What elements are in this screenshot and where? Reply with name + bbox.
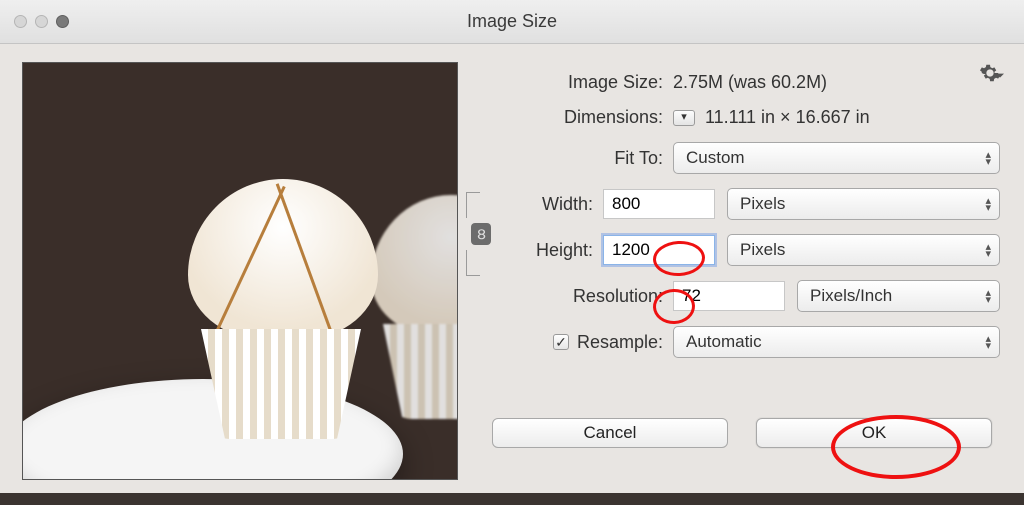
resolution-label: Resolution: — [488, 286, 663, 307]
ok-button[interactable]: OK — [756, 418, 992, 448]
link-icon — [471, 223, 491, 245]
dialog-body: Image Size: 2.75M (was 60.2M) Dimensions… — [0, 44, 1024, 495]
image-size-label: Image Size: — [488, 72, 663, 93]
resolution-unit-select[interactable]: Pixels/Inch ▴▾ — [797, 280, 1000, 312]
updown-icon: ▴▾ — [985, 243, 991, 257]
fit-to-label: Fit To: — [488, 148, 663, 169]
height-unit-value: Pixels — [740, 240, 785, 260]
image-preview[interactable] — [22, 62, 458, 480]
fit-to-value: Custom — [686, 148, 745, 168]
cancel-button[interactable]: Cancel — [492, 418, 728, 448]
gear-icon[interactable] — [978, 62, 1002, 84]
titlebar: Image Size — [0, 0, 1024, 44]
width-unit-select[interactable]: Pixels ▴▾ — [727, 188, 1000, 220]
resolution-input[interactable] — [673, 281, 785, 311]
fit-to-select[interactable]: Custom ▴▾ — [673, 142, 1000, 174]
updown-icon: ▴▾ — [985, 197, 991, 211]
height-input[interactable] — [603, 235, 715, 265]
width-label: Width: — [488, 194, 593, 215]
height-unit-select[interactable]: Pixels ▴▾ — [727, 234, 1000, 266]
dimensions-toggle-icon[interactable]: ▾ — [673, 110, 695, 126]
updown-icon: ▴▾ — [985, 335, 991, 349]
dimensions-label: Dimensions: — [488, 107, 663, 128]
resample-checkbox[interactable]: ✓ — [553, 334, 569, 350]
window-title: Image Size — [0, 11, 1024, 32]
width-unit-value: Pixels — [740, 194, 785, 214]
resample-select[interactable]: Automatic ▴▾ — [673, 326, 1000, 358]
resample-value: Automatic — [686, 332, 762, 352]
settings-panel: Image Size: 2.75M (was 60.2M) Dimensions… — [458, 62, 1008, 481]
dimensions-value: 11.111 in × 16.667 in — [705, 107, 870, 128]
width-input[interactable] — [603, 189, 715, 219]
image-size-value: 2.75M (was 60.2M) — [673, 72, 827, 93]
height-label: Height: — [488, 240, 593, 261]
constrain-link[interactable] — [466, 188, 496, 280]
updown-icon: ▴▾ — [985, 289, 991, 303]
updown-icon: ▴▾ — [985, 151, 991, 165]
resample-label: Resample: — [577, 332, 663, 353]
resolution-unit-value: Pixels/Inch — [810, 286, 892, 306]
